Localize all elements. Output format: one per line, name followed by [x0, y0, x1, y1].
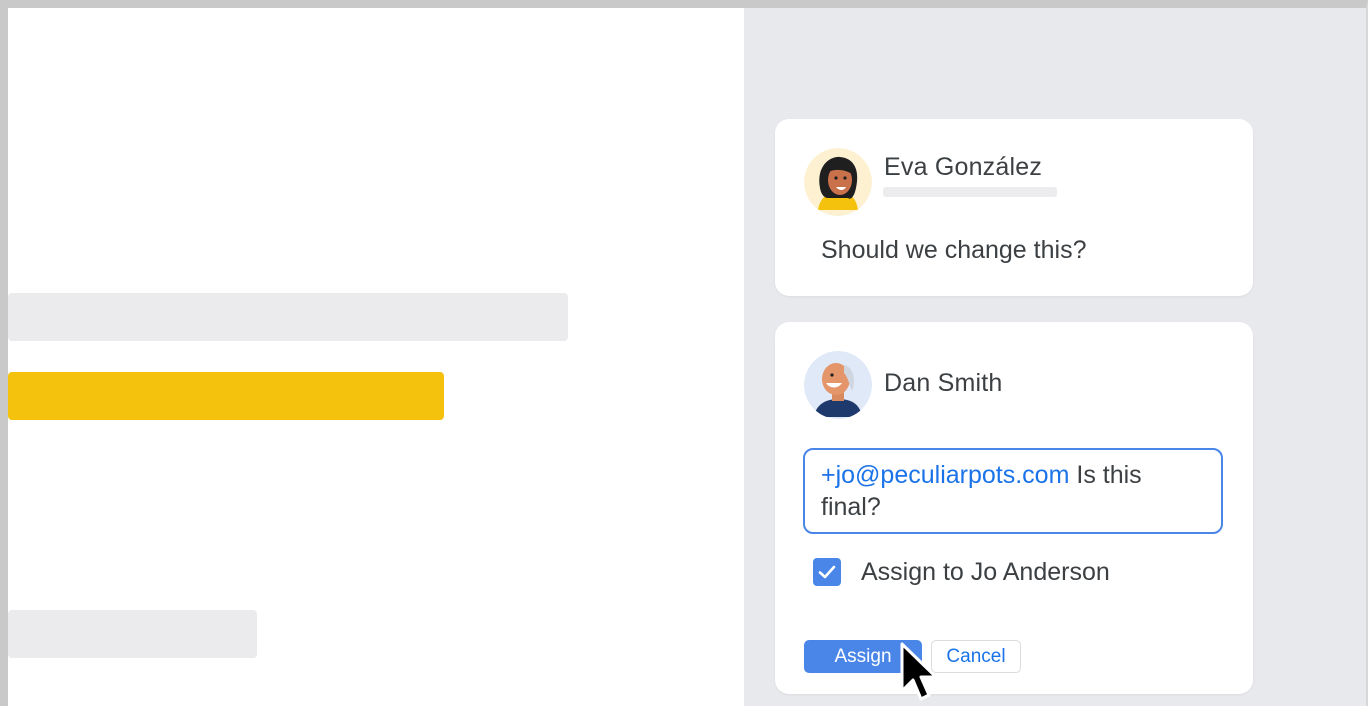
assign-label: Assign to Jo Anderson [861, 557, 1110, 586]
reply-card[interactable]: Dan Smith +jo@peculiarpots.com Is this f… [775, 322, 1253, 694]
comments-sidebar: Eva González Should we change this? Dan … [744, 8, 1366, 706]
reply-author-name: Dan Smith [884, 369, 1003, 397]
check-icon [818, 565, 836, 579]
comment-timestamp-placeholder [883, 187, 1057, 197]
assign-option[interactable]: Assign to Jo Anderson [813, 557, 1110, 587]
comment-card[interactable]: Eva González Should we change this? [775, 119, 1253, 296]
reply-input[interactable]: +jo@peculiarpots.com Is this final? [803, 448, 1223, 534]
document-text-line[interactable] [8, 610, 257, 658]
mention-chip[interactable]: +jo@peculiarpots.com [821, 461, 1069, 489]
woman-avatar-icon [804, 148, 872, 216]
document-canvas[interactable] [8, 8, 744, 706]
highlighted-text-selection[interactable] [8, 372, 444, 420]
mouse-pointer-icon [900, 642, 938, 701]
comment-text: Should we change this? [821, 236, 1087, 264]
man-avatar-icon [804, 351, 872, 419]
app-window: Eva González Should we change this? Dan … [0, 0, 1368, 706]
document-text-line[interactable] [8, 293, 568, 341]
assign-checkbox[interactable] [813, 558, 841, 586]
comment-author-name: Eva González [884, 153, 1043, 181]
